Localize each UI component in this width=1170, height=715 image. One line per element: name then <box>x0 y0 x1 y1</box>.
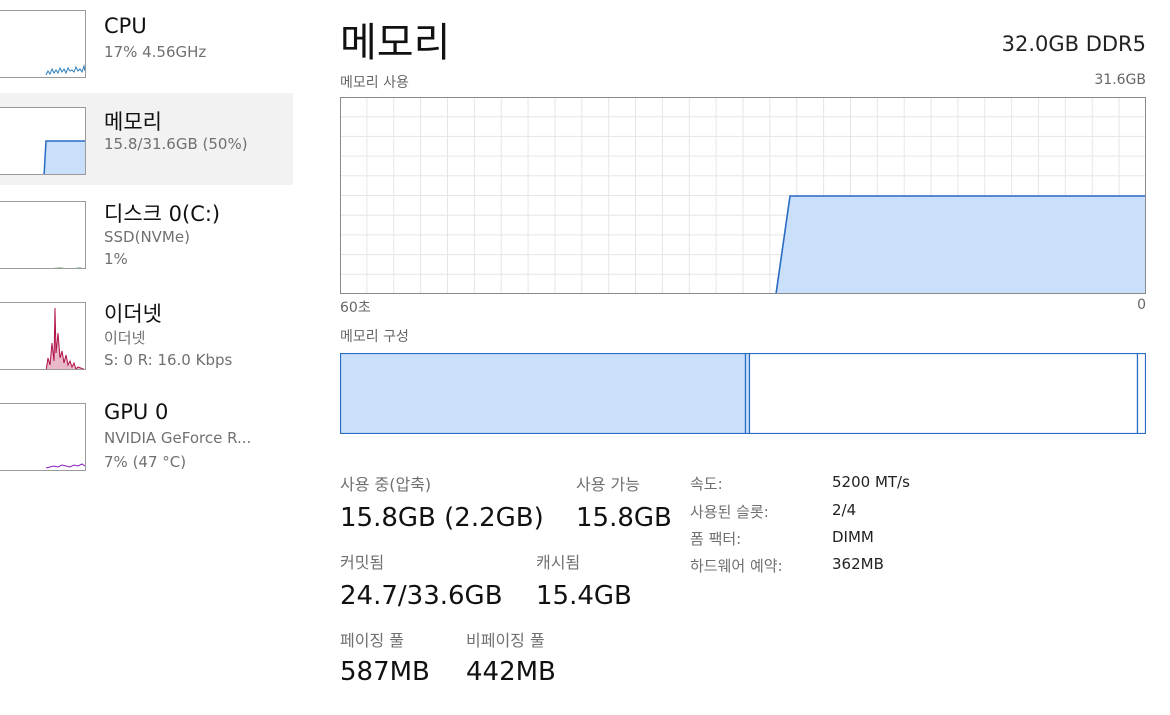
sidebar-item-title: 이더넷 <box>104 302 162 326</box>
sidebar-item-subtitle: SSD(NVMe) <box>104 228 190 246</box>
sidebar-item-cpu[interactable]: CPU 17% 4.56GHz <box>0 0 293 92</box>
sidebar-item-subtitle: NVIDIA GeForce R... <box>104 429 252 447</box>
gpu-thumbnail-svg <box>45 463 85 469</box>
memory-composition-bar <box>340 353 1146 434</box>
committed-value: 24.7/33.6GB <box>340 581 503 611</box>
sidebar-item-disk[interactable]: 디스크 0(C:) SSD(NVMe) 1% <box>0 186 293 278</box>
sidebar-item-subtitle: 17% 4.56GHz <box>104 43 207 61</box>
in-use-label: 사용 중(압축) <box>340 475 432 494</box>
cpu-thumbnail-line <box>45 64 85 76</box>
sidebar-item-subtitle-2: S: 0 R: 16.0 Kbps <box>104 351 233 369</box>
in-use-value: 15.8GB (2.2GB) <box>340 503 544 533</box>
paged-pool-value: 587MB <box>340 657 430 687</box>
sidebar-item-title: 디스크 0(C:) <box>104 202 221 226</box>
sidebar-item-memory[interactable]: 메모리 15.8/31.6GB (50%) <box>0 93 293 185</box>
sidebar-item-title: 메모리 <box>104 110 162 134</box>
form-factor-value: DIMM <box>832 528 874 546</box>
form-factor-label: 폼 팩터: <box>690 530 742 548</box>
sidebar-item-ethernet[interactable]: 이더넷 이더넷 S: 0 R: 16.0 Kbps <box>0 290 293 382</box>
axis-right-label: 0 <box>1137 297 1146 313</box>
page-title: 메모리 <box>340 20 451 66</box>
memory-spec: 32.0GB DDR5 <box>1001 32 1146 56</box>
sidebar-item-title: CPU <box>104 14 147 38</box>
memory-thumbnail-graph <box>0 107 86 175</box>
cpu-thumbnail-graph <box>0 10 86 78</box>
sidebar-item-subtitle: 15.8/31.6GB (50%) <box>104 135 248 153</box>
gpu-thumbnail-line <box>45 463 85 469</box>
usage-graph-fill <box>776 196 1146 294</box>
slots-used-value: 2/4 <box>832 501 857 519</box>
ethernet-thumbnail-graph <box>0 302 86 370</box>
sidebar-item-gpu[interactable]: GPU 0 NVIDIA GeForce R... 7% (47 °C) <box>0 392 293 484</box>
nonpaged-pool-label: 비페이징 풀 <box>466 631 545 650</box>
usage-graph-label: 메모리 사용 <box>340 75 409 91</box>
speed-label: 속도: <box>690 475 723 493</box>
sidebar-item-subtitle-2: 7% (47 °C) <box>104 453 187 471</box>
composition-standby <box>748 353 1139 434</box>
sidebar: CPU 17% 4.56GHz 메모리 15.8/31.6GB (50%) 디스… <box>0 0 293 715</box>
composition-free <box>1136 353 1146 434</box>
available-value: 15.8GB <box>576 503 672 533</box>
usage-graph-max: 31.6GB <box>1094 72 1146 88</box>
disk-thumbnail-svg <box>52 267 83 268</box>
ethernet-thumbnail-svg <box>45 307 85 369</box>
disk-thumbnail-graph <box>0 201 86 269</box>
speed-value: 5200 MT/s <box>832 473 910 491</box>
memory-thumbnail-fill <box>43 140 85 174</box>
ethernet-thumbnail-fill <box>45 307 85 369</box>
cpu-thumbnail-svg <box>45 64 85 76</box>
gpu-thumbnail-graph <box>0 403 86 471</box>
composition-label: 메모리 구성 <box>340 329 409 345</box>
slots-used-label: 사용된 슬롯: <box>690 503 769 521</box>
memory-panel: 메모리 32.0GB DDR5 메모리 사용 31.6GB 60초 0 메모리 … <box>340 0 1146 715</box>
paged-pool-label: 페이징 풀 <box>340 631 404 650</box>
memory-thumbnail-svg <box>43 140 85 174</box>
available-label: 사용 가능 <box>576 475 640 494</box>
committed-label: 커밋됨 <box>340 553 385 572</box>
hardware-reserved-value: 362MB <box>832 555 884 573</box>
hardware-reserved-label: 하드웨어 예약: <box>690 557 783 575</box>
cached-label: 캐시됨 <box>536 553 581 572</box>
disk-thumbnail-line <box>52 267 83 268</box>
sidebar-item-subtitle: 이더넷 <box>104 329 146 347</box>
memory-usage-graph <box>340 97 1146 294</box>
sidebar-item-subtitle-2: 1% <box>104 250 128 268</box>
composition-in-use <box>340 353 747 434</box>
sidebar-item-title: GPU 0 <box>104 400 169 424</box>
nonpaged-pool-value: 442MB <box>466 657 556 687</box>
axis-left-label: 60초 <box>340 300 371 316</box>
cached-value: 15.4GB <box>536 581 632 611</box>
